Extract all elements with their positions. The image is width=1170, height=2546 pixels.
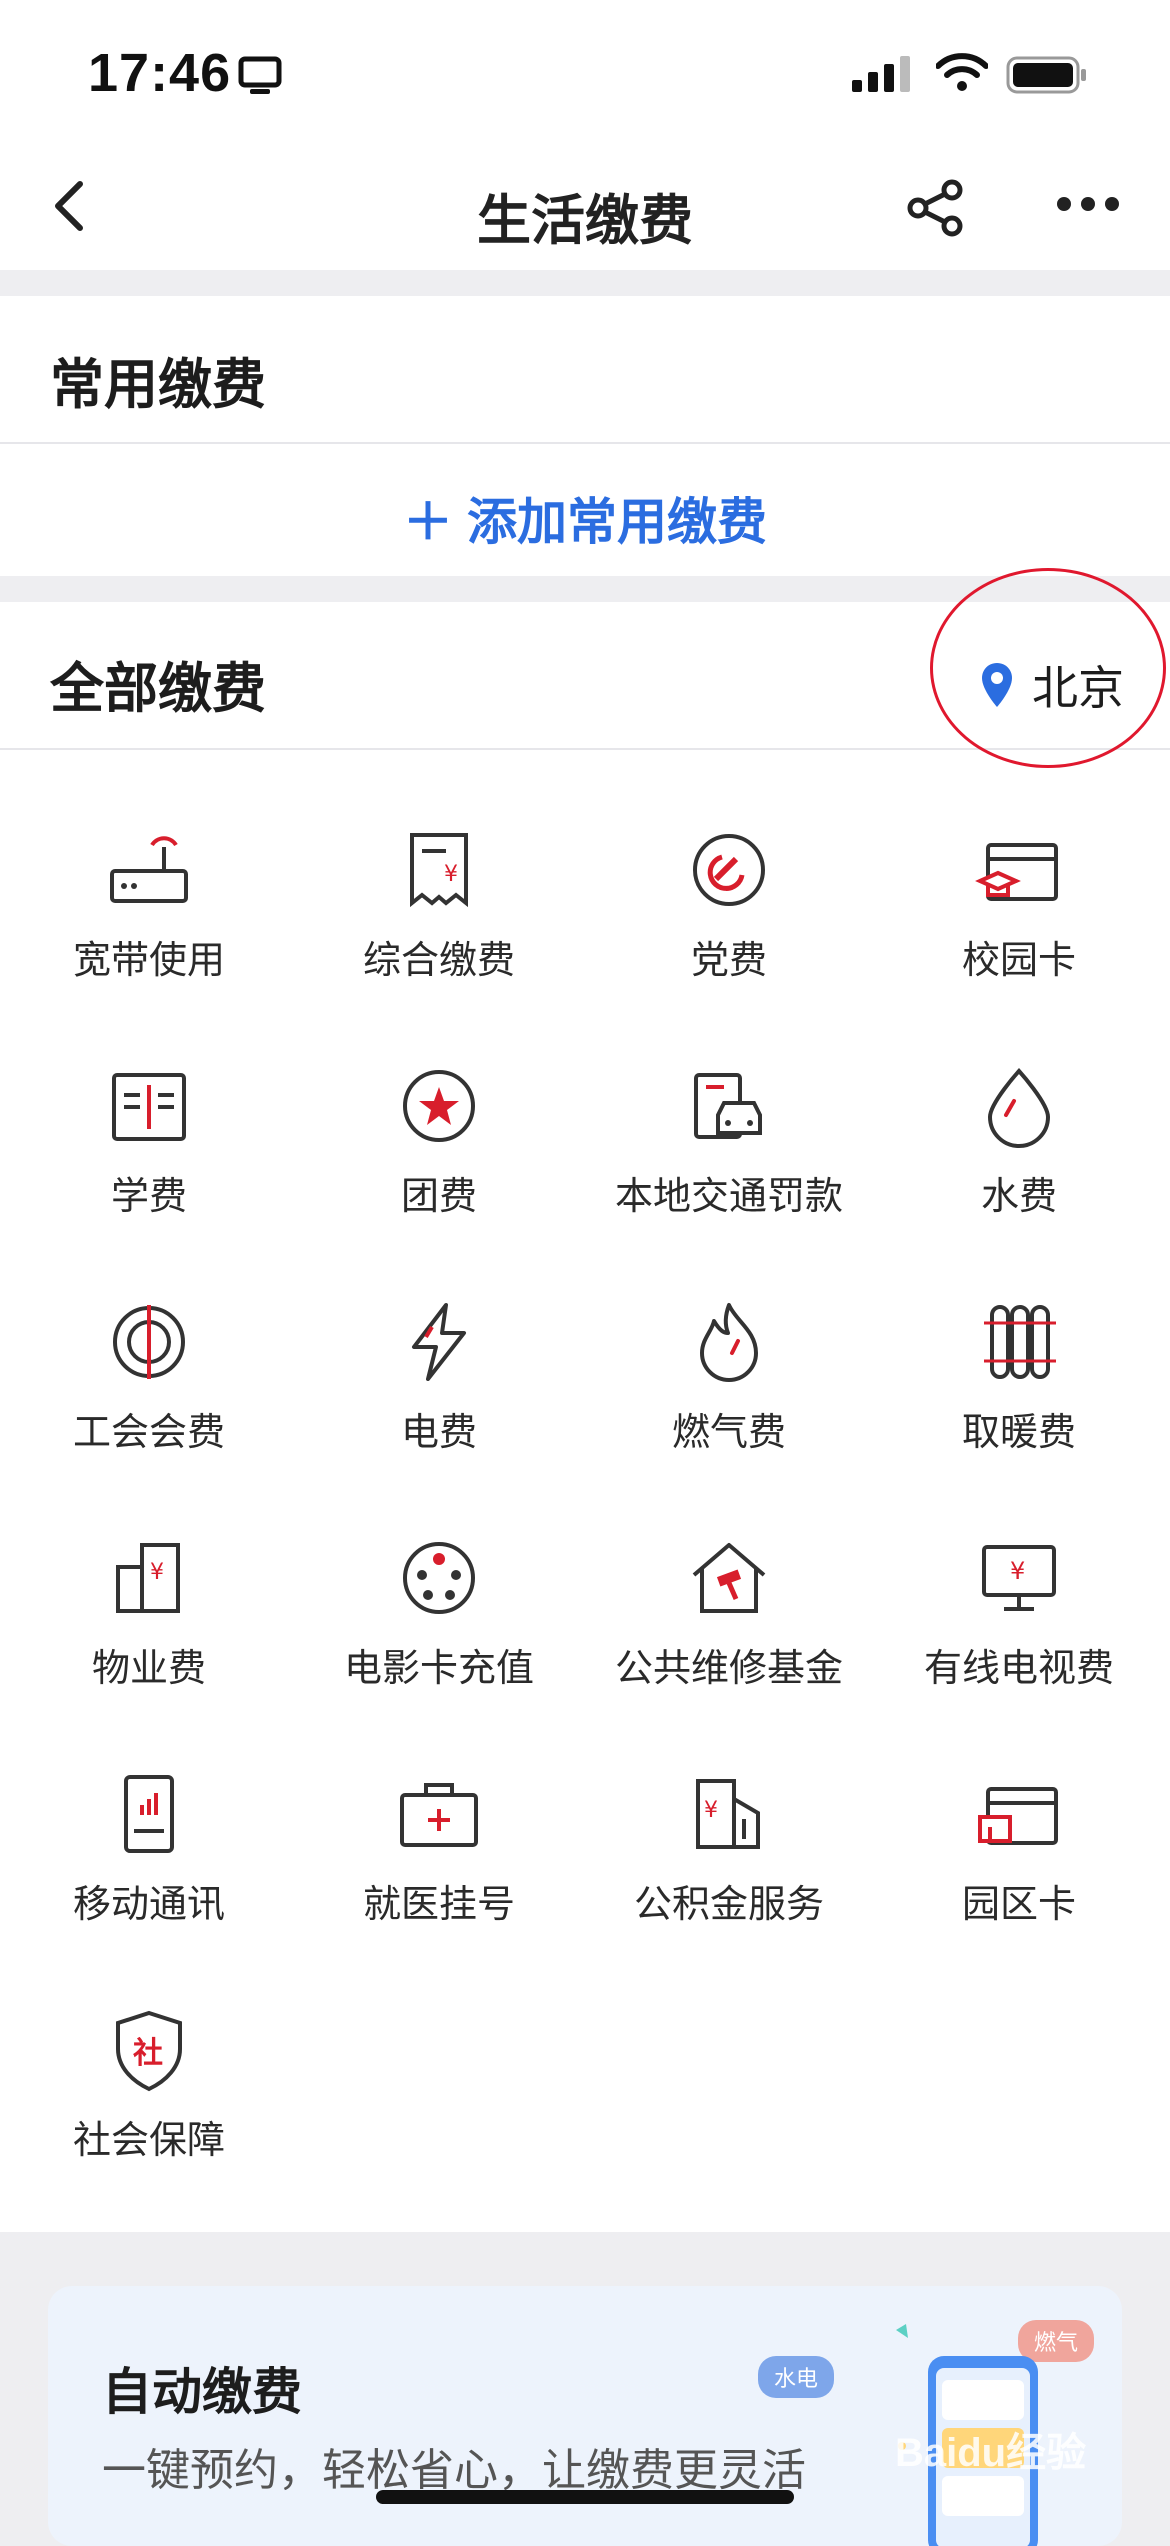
auto-pay-subtitle: 一键预约，轻松省心，让缴费更灵活 — [102, 2446, 806, 2495]
service-label: 学费 — [110, 1176, 187, 1218]
service-label: 电影卡充值 — [343, 1648, 534, 1690]
service-movie-card[interactable]: 电影卡充值 — [294, 1533, 584, 1692]
wifi-icon — [936, 53, 988, 91]
divider — [0, 442, 1170, 444]
service-label: 电费 — [400, 1412, 477, 1454]
lightning-icon — [412, 1303, 466, 1381]
campus-card-icon — [975, 843, 1058, 901]
service-general-payment[interactable]: ¥ 综合缴费 — [294, 825, 584, 984]
home-indicator[interactable] — [376, 2490, 794, 2504]
service-heating[interactable]: 取暖费 — [874, 1297, 1164, 1456]
service-label: 本地交通罚款 — [614, 1176, 843, 1218]
medical-kit-icon — [400, 1783, 478, 1847]
service-broadband[interactable]: 宽带使用 — [4, 825, 294, 984]
auto-pay-banner[interactable]: 自动缴费 一键预约，轻松省心，让缴费更灵活 水电 燃气 — [48, 2286, 1122, 2546]
service-cable-tv[interactable]: ¥ 有线电视费 — [874, 1533, 1164, 1692]
add-common-payment-button[interactable]: ＋ 添加常用缴费 — [0, 482, 1170, 554]
share-icon[interactable] — [906, 178, 966, 238]
more-options-icon[interactable] — [1056, 194, 1120, 214]
car-ticket-icon — [694, 1073, 762, 1139]
service-label: 有线电视费 — [923, 1648, 1114, 1690]
service-mobile[interactable]: 移动通讯 — [4, 1769, 294, 1928]
service-label: 园区卡 — [961, 1884, 1076, 1926]
service-league-fee[interactable]: 团费 — [294, 1061, 584, 1220]
status-time: 17:46 — [88, 43, 232, 103]
service-label: 公共维修基金 — [614, 1648, 843, 1690]
all-payments-title: 全部缴费 — [50, 659, 266, 719]
service-water[interactable]: 水费 — [874, 1061, 1164, 1220]
water-electric-tag: 水电 — [758, 2356, 835, 2398]
status-bar: 17:46 — [0, 0, 1170, 140]
svg-text:¥: ¥ — [704, 1798, 718, 1823]
common-payments-title: 常用缴费 — [50, 355, 266, 415]
router-icon — [110, 836, 188, 903]
service-party-fee[interactable]: 党费 — [584, 825, 874, 984]
service-social-security[interactable]: 社 社会保障 — [4, 2005, 294, 2164]
star-badge-icon — [403, 1070, 475, 1142]
page-title: 生活缴费 — [477, 191, 693, 251]
service-park-card[interactable]: 园区卡 — [874, 1769, 1164, 1928]
service-label: 公积金服务 — [633, 1884, 824, 1926]
service-label: 移动通讯 — [72, 1884, 225, 1926]
tv-icon: ¥ — [982, 1545, 1056, 1611]
service-gas[interactable]: 燃气费 — [584, 1297, 874, 1456]
fund-building-icon: ¥ — [696, 1779, 760, 1849]
screen-mirror-icon — [238, 56, 282, 94]
svg-text:¥: ¥ — [150, 1560, 164, 1585]
park-card-icon — [978, 1787, 1058, 1845]
service-label: 校园卡 — [961, 940, 1076, 982]
service-label: 燃气费 — [671, 1412, 786, 1454]
service-medical[interactable]: 就医挂号 — [294, 1769, 584, 1928]
service-tuition[interactable]: 学费 — [4, 1061, 294, 1220]
service-label: 取暖费 — [961, 1412, 1076, 1454]
service-label: 物业费 — [91, 1648, 206, 1690]
radiator-icon — [984, 1305, 1056, 1379]
cellular-signal-icon — [852, 56, 910, 92]
water-drop-icon — [987, 1068, 1051, 1148]
service-label: 党费 — [690, 940, 767, 982]
service-label: 水费 — [980, 1176, 1057, 1218]
union-icon — [113, 1305, 185, 1379]
service-label: 团费 — [400, 1176, 477, 1218]
service-provident-fund[interactable]: ¥ 公积金服务 — [584, 1769, 874, 1928]
service-traffic-fine[interactable]: 本地交通罚款 — [584, 1061, 874, 1220]
film-reel-icon — [403, 1542, 475, 1614]
auto-pay-title: 自动缴费 — [102, 2364, 302, 2420]
annotation-circle — [930, 568, 1166, 768]
flame-icon — [700, 1303, 758, 1382]
book-icon — [112, 1073, 186, 1141]
building-icon: ¥ — [116, 1543, 180, 1613]
battery-icon — [1006, 56, 1086, 94]
shield-icon: 社 — [116, 2010, 182, 2092]
svg-text:¥: ¥ — [444, 862, 458, 887]
watermark: Baidu经验 — [895, 2431, 1087, 2475]
service-label: 就医挂号 — [362, 1884, 515, 1926]
phone-signal-icon — [124, 1775, 174, 1853]
service-maintenance-fund[interactable]: 公共维修基金 — [584, 1533, 874, 1692]
service-label: 宽带使用 — [72, 940, 225, 982]
service-label: 综合缴费 — [362, 940, 515, 982]
house-hammer-icon — [692, 1543, 766, 1613]
receipt-icon: ¥ — [410, 833, 468, 908]
service-label: 工会会费 — [72, 1412, 225, 1454]
service-campus-card[interactable]: 校园卡 — [874, 825, 1164, 984]
service-union-fee[interactable]: 工会会费 — [4, 1297, 294, 1456]
party-emblem-icon — [693, 834, 765, 906]
service-electricity[interactable]: 电费 — [294, 1297, 584, 1456]
service-property[interactable]: ¥ 物业费 — [4, 1533, 294, 1692]
svg-text:¥: ¥ — [1010, 1557, 1025, 1585]
navigation-bar: 生活缴费 — [0, 140, 1170, 270]
common-payments-card: 常用缴费 ＋ 添加常用缴费 — [0, 296, 1170, 576]
service-label: 社会保障 — [72, 2120, 225, 2162]
svg-text:社: 社 — [133, 2036, 163, 2071]
